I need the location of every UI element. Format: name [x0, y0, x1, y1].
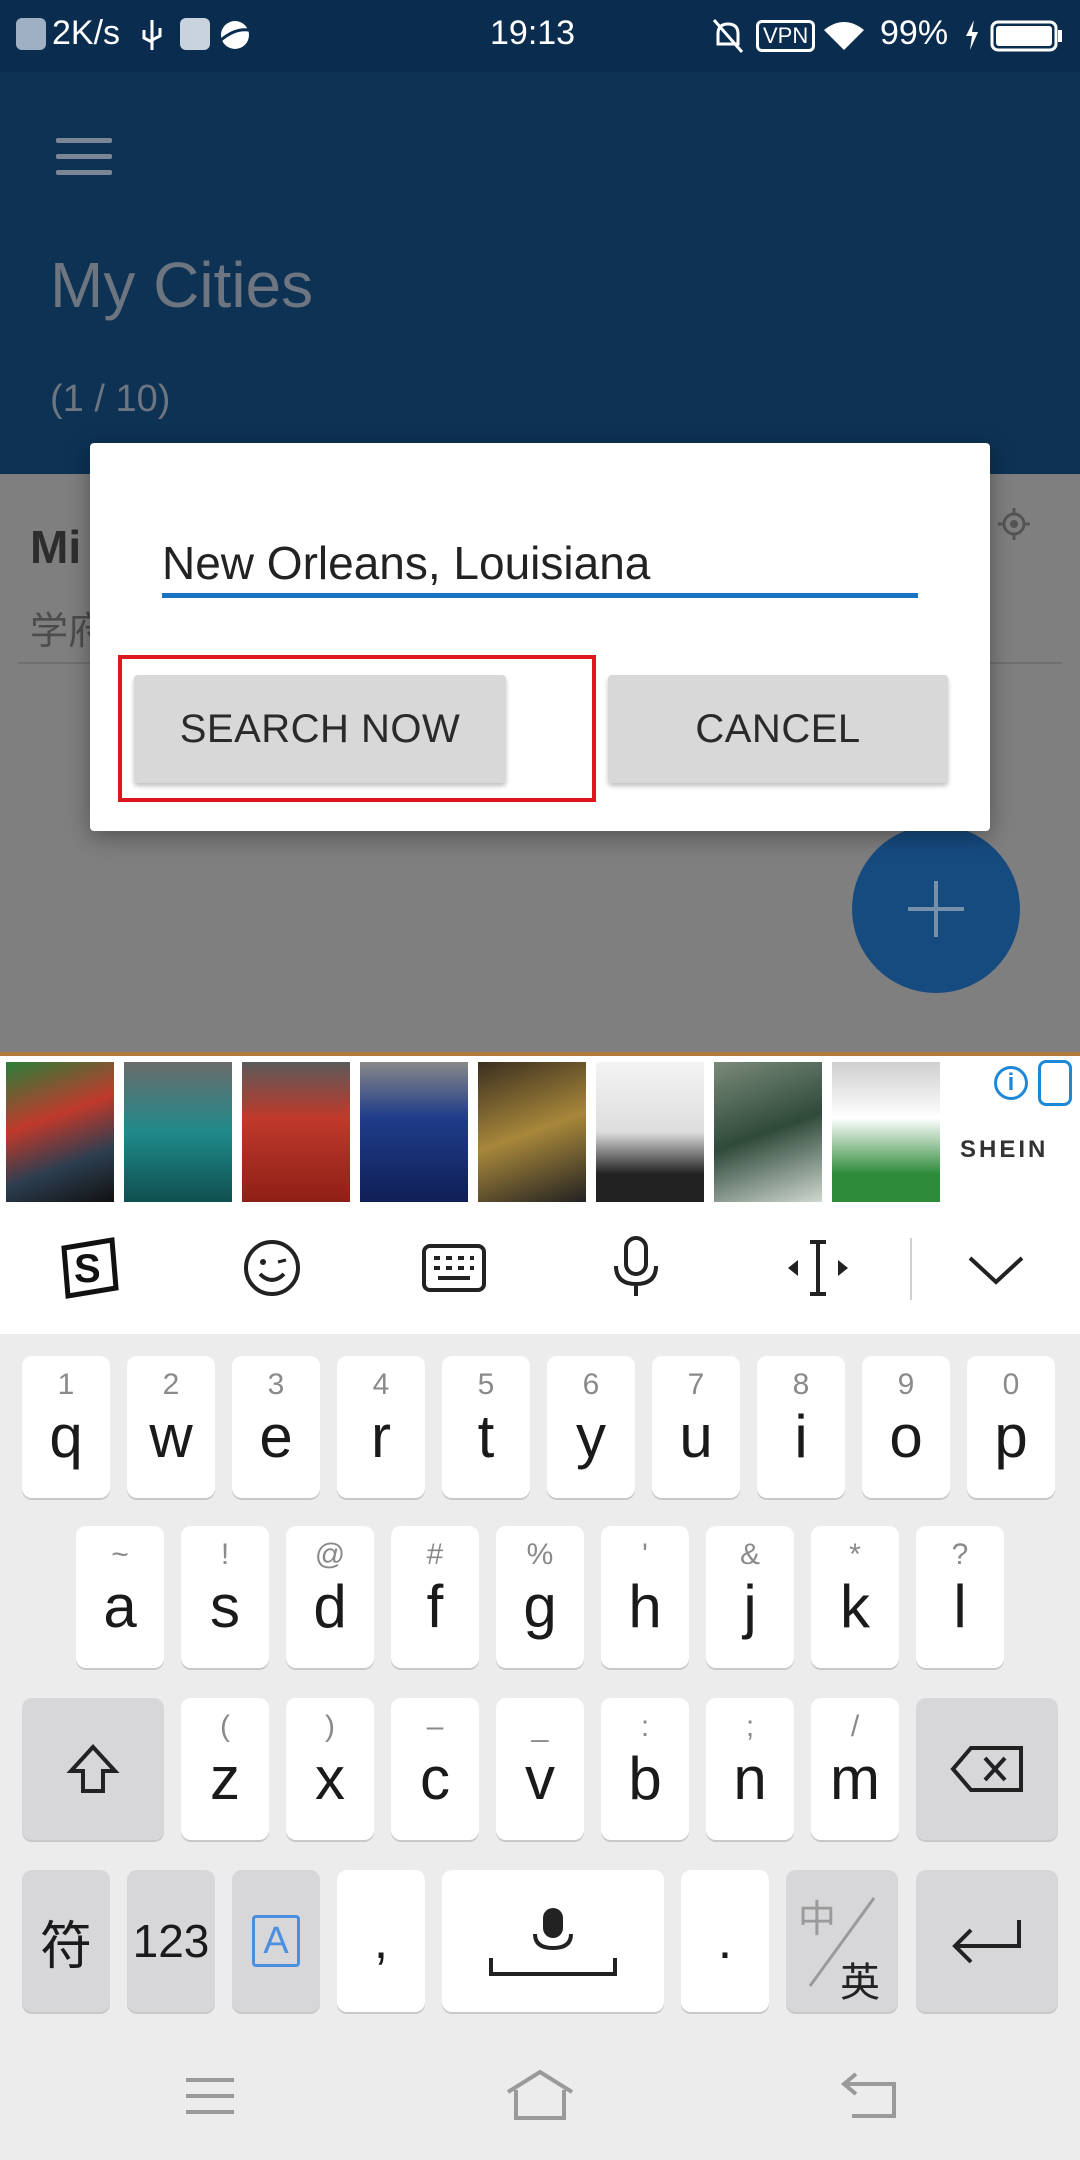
- lang-en: 英: [840, 1961, 880, 2005]
- mute-icon: [712, 19, 744, 53]
- shift-key[interactable]: [22, 1698, 164, 1840]
- ad-product-image[interactable]: [124, 1062, 232, 1202]
- key-t[interactable]: 5t: [442, 1356, 530, 1498]
- comma-key[interactable]: ,: [337, 1870, 425, 2012]
- highlight-box: [118, 655, 596, 802]
- key-n[interactable]: ; n: [706, 1698, 794, 1840]
- key-z[interactable]: (z: [181, 1698, 269, 1840]
- charging-icon: [966, 20, 978, 50]
- sogou-logo-icon[interactable]: S: [54, 1232, 126, 1304]
- wifi-icon: [824, 22, 864, 50]
- cancel-button[interactable]: CANCEL: [608, 675, 948, 783]
- key-e[interactable]: 3e: [232, 1356, 320, 1498]
- ad-product-image[interactable]: [242, 1062, 350, 1202]
- page-title: My Cities: [50, 249, 314, 321]
- svg-text:S: S: [74, 1247, 101, 1291]
- emoji-icon[interactable]: [236, 1232, 308, 1304]
- location-icon[interactable]: [996, 506, 1032, 542]
- symbols-key[interactable]: 符: [22, 1870, 110, 2012]
- clock: 19:13: [490, 14, 576, 52]
- key-d[interactable]: @ d: [286, 1526, 374, 1668]
- vpn-badge: VPN: [756, 20, 816, 52]
- ad-product-image[interactable]: [714, 1062, 822, 1202]
- cursor-move-icon[interactable]: [782, 1232, 854, 1304]
- ad-info-icon[interactable]: i: [994, 1066, 1028, 1100]
- key-x[interactable]: ) x: [286, 1698, 374, 1840]
- home-nav-icon[interactable]: [504, 2068, 576, 2122]
- input-mode-key[interactable]: A: [232, 1870, 320, 2012]
- key-l[interactable]: ? l: [916, 1526, 1004, 1668]
- city-item-name[interactable]: Mi: [30, 520, 81, 574]
- ad-product-image[interactable]: [596, 1062, 704, 1202]
- battery-percent: 99%: [880, 14, 949, 52]
- ad-more-icon[interactable]: [1038, 1060, 1072, 1106]
- ad-product-image[interactable]: [832, 1062, 940, 1202]
- usb-icon: [142, 20, 162, 50]
- key-m[interactable]: / m: [811, 1698, 899, 1840]
- key-r[interactable]: 4r: [337, 1356, 425, 1498]
- language-switch-key[interactable]: 中 英: [786, 1870, 898, 2012]
- navigation-bar: [0, 2034, 1080, 2160]
- keyboard-toolbar: S: [0, 1202, 1080, 1334]
- back-nav-icon[interactable]: [840, 2070, 900, 2120]
- toolbar-divider: [910, 1238, 912, 1300]
- ad-product-image[interactable]: [360, 1062, 468, 1202]
- key-v[interactable]: _ v: [496, 1698, 584, 1840]
- key-j[interactable]: & j: [706, 1526, 794, 1668]
- keyboard-icon[interactable]: [418, 1232, 490, 1304]
- space-mic-icon: [489, 1908, 617, 1976]
- key-w[interactable]: 2w: [127, 1356, 215, 1498]
- key-b[interactable]: :b: [601, 1698, 689, 1840]
- collapse-keyboard-icon[interactable]: [960, 1232, 1032, 1304]
- notification-icon: [16, 18, 46, 50]
- battery-icon: [990, 20, 1062, 52]
- status-bar: 2K/s 19:13 VPN 99%: [0, 0, 1080, 72]
- key-y[interactable]: 6y: [547, 1356, 635, 1498]
- key-p[interactable]: 0p: [967, 1356, 1055, 1498]
- add-city-button[interactable]: [852, 825, 1020, 993]
- backspace-key[interactable]: [916, 1698, 1058, 1840]
- city-search-input[interactable]: [162, 533, 918, 598]
- shift-icon: [66, 1744, 120, 1793]
- microphone-icon[interactable]: [600, 1232, 672, 1304]
- enter-key[interactable]: [916, 1870, 1058, 2012]
- app-notification-icon: [180, 18, 210, 50]
- key-g[interactable]: % g: [496, 1526, 584, 1668]
- key-f[interactable]: # f: [391, 1526, 479, 1668]
- key-h[interactable]: ' h: [601, 1526, 689, 1668]
- ad-brand: SHEIN: [960, 1136, 1049, 1163]
- key-s[interactable]: ! s: [181, 1526, 269, 1668]
- key-u[interactable]: 7u: [652, 1356, 740, 1498]
- numbers-key[interactable]: 123: [127, 1870, 215, 2012]
- key-a[interactable]: ~ a: [76, 1526, 164, 1668]
- ad-product-image[interactable]: [478, 1062, 586, 1202]
- key-o[interactable]: 9o: [862, 1356, 950, 1498]
- keyboard: 1q 2w 3e 4r 5t 6y 7u 8i 9o 0p ~ a ! s @ d #…: [0, 1334, 1080, 2034]
- planet-icon: [220, 21, 250, 49]
- key-k[interactable]: * k: [811, 1526, 899, 1668]
- period-key[interactable]: .: [681, 1870, 769, 2012]
- backspace-icon: [950, 1746, 1023, 1792]
- menu-nav-icon[interactable]: [182, 2074, 238, 2118]
- ad-banner[interactable]: i SHEIN: [0, 1052, 1080, 1206]
- key-c[interactable]: – c: [391, 1698, 479, 1840]
- ad-product-image[interactable]: [6, 1062, 114, 1202]
- menu-icon[interactable]: [56, 138, 112, 178]
- enter-icon: [952, 1920, 1021, 1964]
- letter-a-icon: A: [252, 1915, 300, 1967]
- city-count: (1 / 10): [50, 378, 171, 420]
- key-q[interactable]: 1q: [22, 1356, 110, 1498]
- key-i[interactable]: 8i: [757, 1356, 845, 1498]
- space-key[interactable]: [442, 1870, 664, 2012]
- network-speed: 2K/s: [52, 14, 121, 52]
